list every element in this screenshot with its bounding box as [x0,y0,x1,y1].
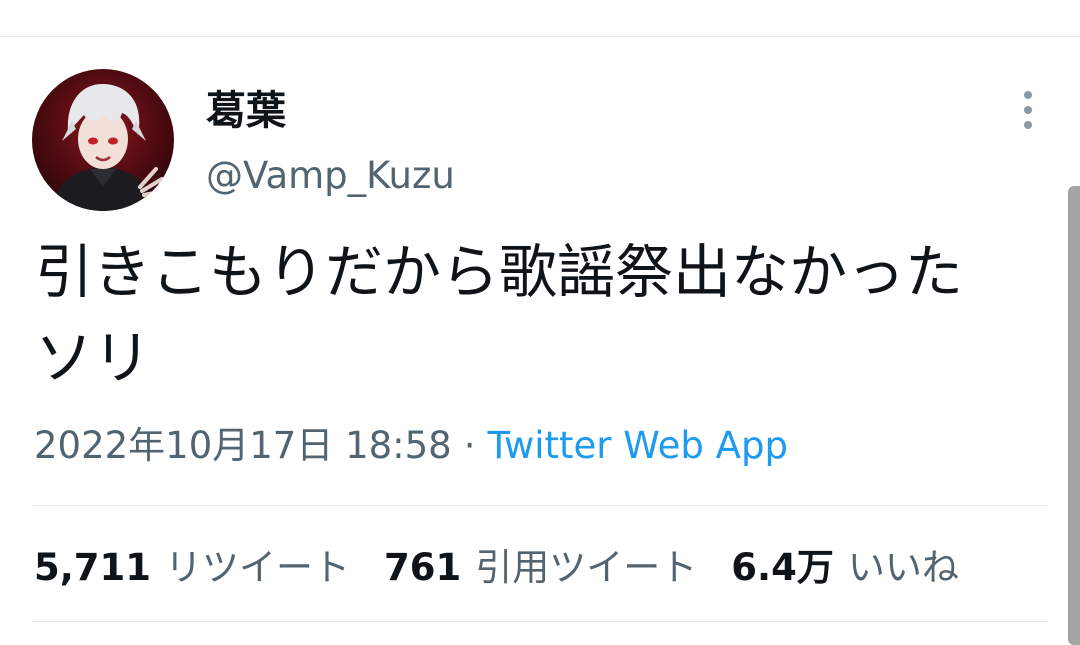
tweet-stats: 5,711 リツイート 761 引用ツイート 6.4万 いいね [34,540,993,596]
scrollbar[interactable] [1068,186,1080,645]
more-dot [1024,121,1032,129]
retweets-stat[interactable]: 5,711 リツイート [34,540,350,596]
likes-label: いいね [847,546,959,589]
tweet-source-link[interactable]: Twitter Web App [487,424,787,467]
top-divider [0,36,1080,37]
quote-tweets-label: 引用ツイート [475,546,698,589]
quote-tweets-count: 761 [384,546,462,589]
likes-stat[interactable]: 6.4万 いいね [731,540,959,596]
more-vertical-icon[interactable] [1006,88,1050,132]
tweet-meta: 2022年10月17日 18:58 · Twitter Web App [34,420,788,472]
author-display-name[interactable]: 葛葉 [206,86,286,136]
more-dot [1024,91,1032,99]
tweet-timestamp[interactable]: 2022年10月17日 18:58 [34,424,452,467]
avatar-image [32,69,174,211]
stats-bottom-divider [32,621,1048,622]
retweets-count: 5,711 [34,546,152,589]
likes-count: 6.4万 [731,546,834,589]
meta-separator: · [463,424,476,467]
tweet-text: 引きこもりだから歌謡祭出なかった ソリ [35,238,964,392]
retweets-label: リツイート [165,546,351,589]
stats-top-divider [32,505,1048,506]
tweet-detail-view: 葛葉 @Vamp_Kuzu 引きこもりだから歌謡祭出なかった ソリ 2022年1… [0,0,1080,645]
avatar[interactable] [32,69,174,211]
more-dot [1024,106,1032,114]
author-handle[interactable]: @Vamp_Kuzu [206,152,455,200]
quote-tweets-stat[interactable]: 761 引用ツイート [384,540,697,596]
